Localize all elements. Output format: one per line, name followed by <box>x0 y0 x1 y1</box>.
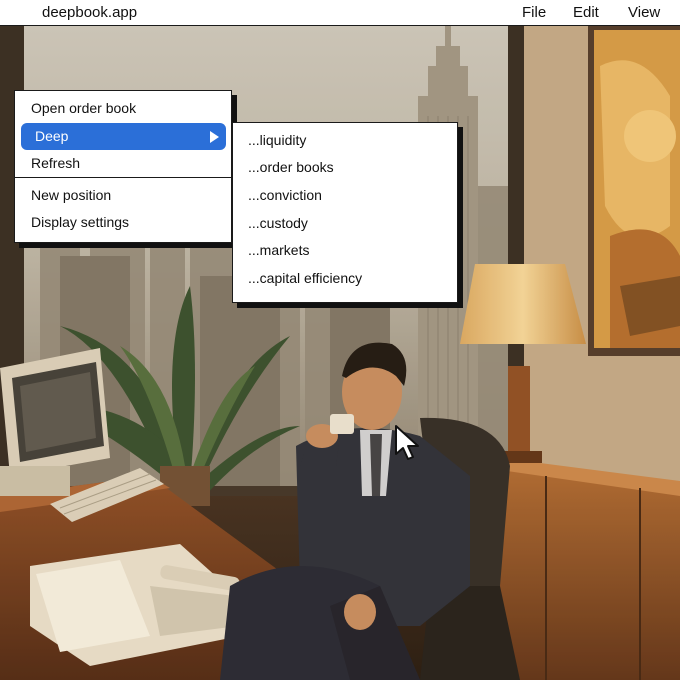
context-menu: Open order book Deep Refresh New positio… <box>14 90 232 243</box>
submenu-item-label: ...liquidity <box>248 132 307 148</box>
menu-item-label: Deep <box>35 128 69 144</box>
menu-separator <box>15 177 231 178</box>
submenu-item-liquidity[interactable]: ...liquidity <box>233 127 457 154</box>
deep-submenu: ...liquidity ...order books ...convictio… <box>232 122 458 303</box>
menu-item-new-position[interactable]: New position <box>15 182 231 209</box>
submenu-item-label: ...order books <box>248 159 334 175</box>
triangle-right-icon <box>210 131 219 143</box>
submenu-item-label: ...conviction <box>248 187 322 203</box>
menu-file[interactable]: File <box>522 4 546 21</box>
menu-item-refresh[interactable]: Refresh <box>15 150 231 177</box>
submenu-item-label: ...custody <box>248 215 308 231</box>
menu-item-label: New position <box>31 187 112 203</box>
submenu-item-capital-efficiency[interactable]: ...capital efficiency <box>233 265 457 292</box>
submenu-item-label: ...capital efficiency <box>248 270 363 286</box>
submenu-item-custody[interactable]: ...custody <box>233 210 457 237</box>
submenu-item-label: ...markets <box>248 242 310 258</box>
app-name: deepbook.app <box>42 4 138 21</box>
menu-item-label: Open order book <box>31 100 137 116</box>
menu-item-display-settings[interactable]: Display settings <box>15 209 231 236</box>
menu-item-label: Refresh <box>31 155 81 171</box>
mouse-cursor-icon <box>394 424 422 462</box>
submenu-item-conviction[interactable]: ...conviction <box>233 182 457 209</box>
menu-item-open-order-book[interactable]: Open order book <box>15 95 231 122</box>
submenu-item-markets[interactable]: ...markets <box>233 237 457 264</box>
menu-item-label: Display settings <box>31 214 130 230</box>
menu-bar: deepbook.app File Edit View <box>0 0 680 26</box>
menu-item-deep[interactable]: Deep <box>21 123 226 150</box>
menu-edit[interactable]: Edit <box>573 4 599 21</box>
menu-view[interactable]: View <box>628 4 660 21</box>
submenu-item-order-books[interactable]: ...order books <box>233 154 457 181</box>
